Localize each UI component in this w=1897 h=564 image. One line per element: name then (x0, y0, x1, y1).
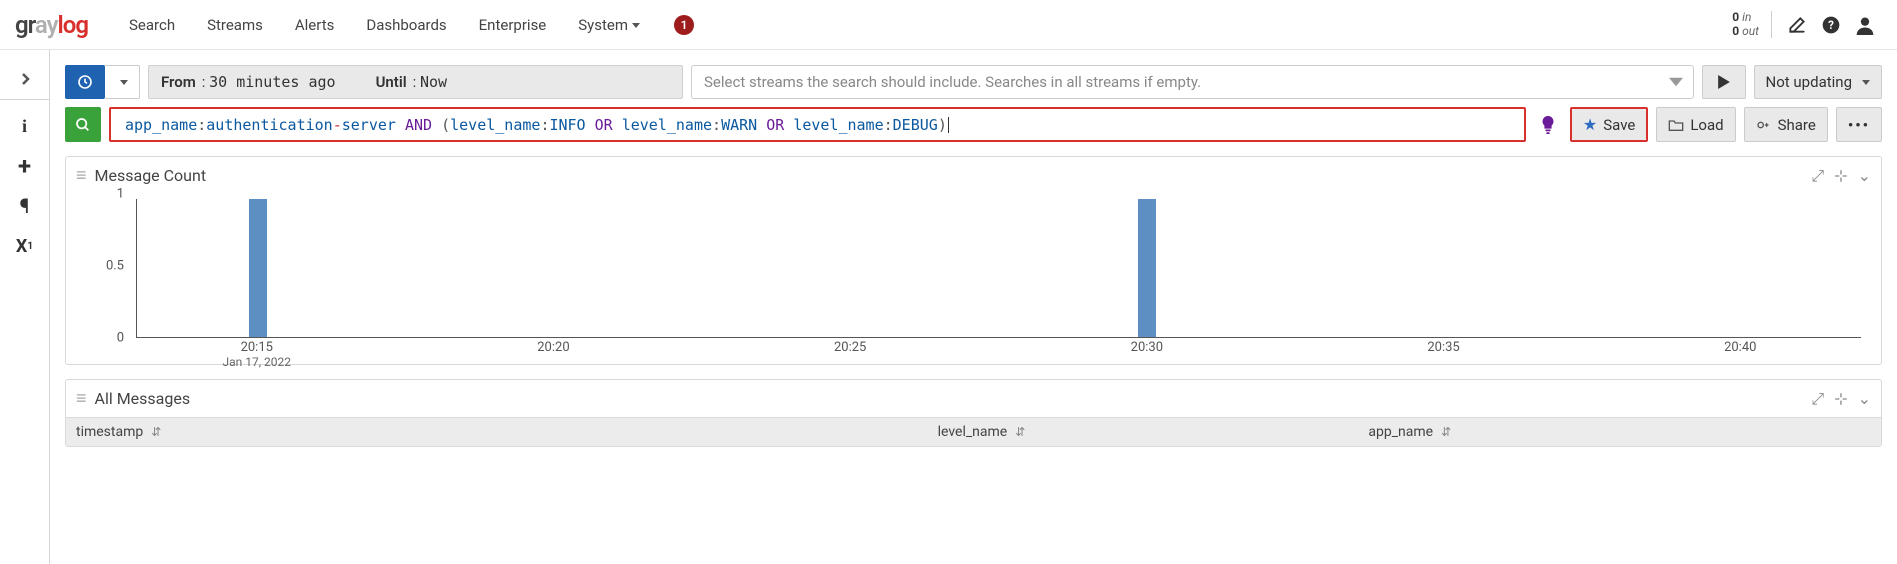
share-button[interactable]: Share (1744, 107, 1828, 142)
messages-table-header: timestamp ⇵ level_name ⇵ app_name ⇵ (66, 417, 1881, 446)
nav-system[interactable]: System (562, 2, 656, 48)
streams-select[interactable]: Select streams the search should include… (691, 65, 1694, 99)
nav-enterprise[interactable]: Enterprise (463, 2, 563, 48)
caret-down-icon (632, 23, 640, 28)
execute-query-button[interactable] (65, 107, 101, 142)
histogram-bar[interactable] (249, 199, 267, 337)
refresh-interval-button[interactable]: Not updating (1754, 65, 1882, 99)
streams-placeholder: Select streams the search should include… (704, 73, 1201, 91)
more-actions-button[interactable]: ••• (1836, 107, 1882, 142)
io-throughput: 0 in 0 out (1732, 11, 1772, 37)
edit-icon[interactable] (1780, 8, 1814, 42)
caret-down-icon (1669, 75, 1683, 89)
sort-icon: ⇵ (151, 425, 161, 439)
col-app-name[interactable]: app_name ⇵ (1368, 424, 1871, 440)
rail-add-icon[interactable]: + (5, 146, 45, 186)
left-rail: i + ¶ X1 (0, 50, 50, 564)
time-range-dropdown[interactable] (105, 65, 140, 99)
star-icon: ★ (1583, 115, 1597, 134)
help-icon[interactable]: ? (1814, 8, 1848, 42)
col-timestamp[interactable]: timestamp ⇵ (76, 424, 938, 440)
nav-dashboards[interactable]: Dashboards (350, 2, 462, 48)
nav-alerts[interactable]: Alerts (279, 2, 351, 48)
rail-expand[interactable] (0, 58, 49, 100)
query-input[interactable]: app_name:authentication-server AND (leve… (109, 107, 1526, 142)
sort-icon: ⇵ (1441, 425, 1451, 439)
histogram-chart[interactable]: 00.51 20:15Jan 17, 202220:2020:2520:3020… (66, 194, 1881, 364)
svg-text:?: ? (1828, 18, 1834, 32)
notification-badge[interactable]: 1 (674, 15, 694, 35)
collapse-icon[interactable]: ⊹ (1834, 389, 1847, 409)
chevron-down-icon[interactable]: ⌄ (1858, 389, 1871, 409)
message-count-panel: ≡ Message Count ⤢ ⊹ ⌄ 00.51 20:15Jan 17,… (65, 156, 1882, 365)
col-level-name[interactable]: level_name ⇵ (938, 424, 1369, 440)
share-icon (1756, 118, 1772, 132)
caret-down-icon (120, 80, 128, 85)
logo[interactable]: graylog (15, 11, 88, 39)
query-hint-icon[interactable] (1534, 107, 1562, 142)
drag-handle-icon[interactable]: ≡ (76, 388, 87, 409)
drag-handle-icon[interactable]: ≡ (76, 165, 87, 186)
expand-icon[interactable]: ⤢ (1811, 389, 1824, 409)
sort-icon: ⇵ (1015, 425, 1025, 439)
save-button[interactable]: ★ Save (1572, 109, 1646, 140)
main-content: From: 30 minutes ago Until: Now Select s… (50, 50, 1897, 564)
time-range-type-button[interactable] (65, 65, 105, 99)
panel-title: All Messages (95, 389, 191, 408)
nav-search[interactable]: Search (113, 2, 191, 48)
panel-title: Message Count (95, 166, 207, 185)
rail-subscript-icon[interactable]: X1 (5, 226, 45, 266)
histogram-bar[interactable] (1138, 199, 1156, 337)
chevron-down-icon[interactable]: ⌄ (1858, 166, 1871, 186)
caret-down-icon (1862, 80, 1870, 85)
time-range-display[interactable]: From: 30 minutes ago Until: Now (148, 65, 683, 99)
nav-items: Search Streams Alerts Dashboards Enterpr… (113, 2, 694, 48)
rail-paragraph-icon[interactable]: ¶ (5, 186, 45, 226)
top-nav: graylog Search Streams Alerts Dashboards… (0, 0, 1897, 50)
load-button[interactable]: Load (1656, 107, 1735, 142)
user-icon[interactable] (1848, 8, 1882, 42)
expand-icon[interactable]: ⤢ (1811, 166, 1824, 186)
run-search-button[interactable] (1702, 65, 1746, 99)
nav-streams[interactable]: Streams (191, 2, 279, 48)
rail-info-icon[interactable]: i (5, 106, 45, 146)
folder-icon (1668, 118, 1684, 132)
all-messages-panel: ≡ All Messages ⤢ ⊹ ⌄ timestamp ⇵ level_n… (65, 379, 1882, 447)
collapse-icon[interactable]: ⊹ (1834, 166, 1847, 186)
